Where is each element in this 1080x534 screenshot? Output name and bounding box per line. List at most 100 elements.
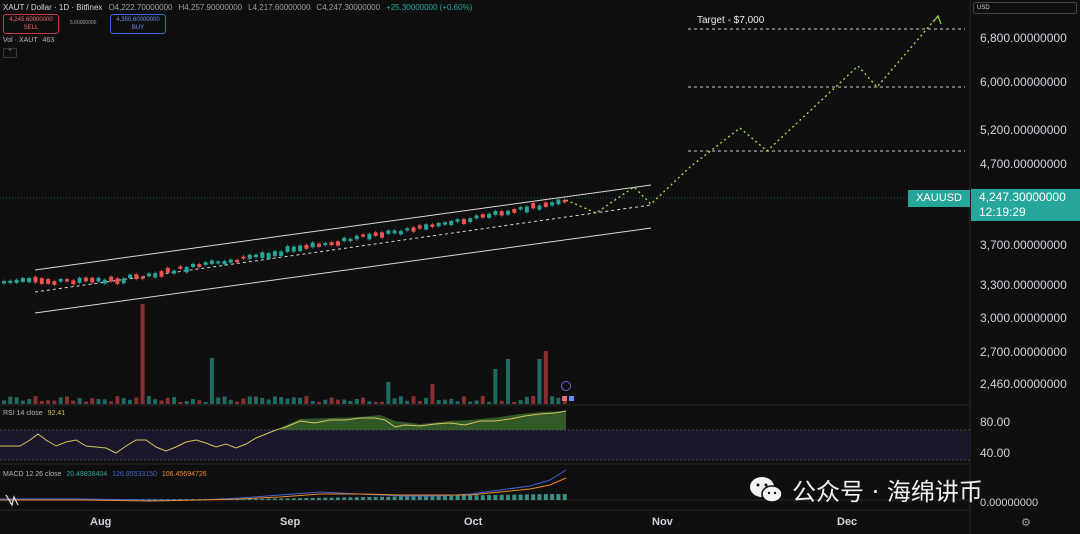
price-axis-label: 3,000.00000000 <box>980 311 1067 325</box>
volume-bar <box>121 398 126 404</box>
target-label: Target - $7,000 <box>697 15 765 26</box>
macd-histogram-bar <box>266 498 271 500</box>
volume-bar <box>90 398 95 404</box>
macd-histogram-bar <box>524 494 529 500</box>
price-axis-label: 3,300.00000000 <box>980 278 1067 292</box>
macd-histogram-bar <box>430 495 435 500</box>
bar-countdown: 12:19:29 <box>979 205 1026 219</box>
macd-histogram-bar <box>455 495 460 500</box>
projection-path <box>565 15 939 214</box>
volume-bar <box>134 397 139 404</box>
volume-bar <box>20 400 25 404</box>
settings-gear-icon[interactable]: ⚙ <box>1021 516 1031 529</box>
volume-bar <box>109 401 114 404</box>
macd-histogram-bar <box>417 496 422 500</box>
time-axis-month: Sep <box>280 516 301 528</box>
price-chart[interactable] <box>0 0 1080 534</box>
volume-bar <box>556 397 561 404</box>
volume-bar <box>14 397 19 404</box>
volume-bar <box>39 400 44 404</box>
volume-bar <box>310 400 315 404</box>
current-price: 4,247.30000000 <box>979 190 1066 204</box>
macd-histogram-bar <box>361 497 366 500</box>
volume-bar <box>247 396 252 404</box>
macd-histogram-bar <box>298 498 303 500</box>
macd-histogram-bar <box>468 495 473 500</box>
volume-bar <box>65 396 69 404</box>
volume-bar <box>361 397 366 404</box>
macd-histogram-bar <box>373 496 378 500</box>
volume-bar <box>367 401 372 404</box>
volume-bar <box>197 400 202 404</box>
macd-histogram-bar <box>405 496 410 500</box>
macd-legend: MACD 12 26 close 20.49838404 126.9553315… <box>3 471 207 478</box>
channel-mid-line <box>34 204 652 293</box>
volume-bar <box>506 359 510 404</box>
macd-signal-value: 106.45694726 <box>161 471 207 478</box>
rsi-value: 92.41 <box>47 410 66 417</box>
volume-bar <box>83 401 88 404</box>
macd-histogram-bar <box>335 497 340 500</box>
volume-bar <box>191 399 195 404</box>
macd-histogram-bar <box>386 496 391 500</box>
volume-bar <box>102 399 107 404</box>
flag-icon <box>569 396 574 401</box>
macd-histogram-bar <box>398 496 403 500</box>
macd-histogram-bar <box>247 499 252 500</box>
current-price-badge: 4,247.30000000 12:19:29 <box>971 189 1080 221</box>
volume-bar <box>254 396 258 404</box>
price-axis-label: 4,700.00000000 <box>980 157 1067 171</box>
volume-bar <box>317 401 321 404</box>
volume-bar <box>33 396 38 404</box>
volume-bar <box>499 400 504 404</box>
macd-histogram-bar <box>285 498 290 500</box>
macd-histogram-bar <box>518 494 523 500</box>
macd-histogram-bar <box>354 497 359 500</box>
volume-bar <box>235 401 240 404</box>
macd-histogram-bar <box>342 497 347 500</box>
volume-bar <box>411 396 416 404</box>
candles-series <box>2 197 567 287</box>
volume-bar <box>266 399 271 404</box>
volume-bar <box>140 304 145 404</box>
volume-bar <box>323 399 328 404</box>
price-axis-label: 2,700.00000000 <box>980 345 1067 359</box>
time-axis-month: Aug <box>90 516 112 528</box>
volume-bar <box>348 401 353 404</box>
rsi-legend: RSI 14 close 92.41 <box>3 410 65 417</box>
event-lightning-icon <box>561 381 571 391</box>
volume-bar <box>304 396 309 404</box>
macd-histogram-bar <box>392 496 397 500</box>
volume-bar <box>386 382 391 404</box>
volume-bar <box>8 396 13 404</box>
macd-histogram-bar <box>411 496 416 500</box>
volume-bar <box>178 401 183 404</box>
watermark-text: 公众号 · 海绵讲币 <box>792 478 983 506</box>
volume-bar <box>354 398 359 404</box>
volume-bar <box>128 399 132 404</box>
volume-bar <box>115 396 120 404</box>
price-axis-label: 6,800.00000000 <box>980 31 1067 45</box>
macd-histogram-bar <box>461 495 466 500</box>
volume-bar <box>159 400 164 404</box>
volume-bar <box>512 401 517 404</box>
macd-histogram-bar <box>480 495 485 500</box>
macd-histogram-bar <box>254 498 258 500</box>
volume-bar <box>335 399 340 404</box>
time-axis-month: Oct <box>464 516 483 528</box>
volume-series <box>2 304 567 404</box>
volume-bar <box>398 396 403 404</box>
price-axis-label: 2,460.00000000 <box>980 377 1067 391</box>
macd-histogram-bar <box>449 495 454 500</box>
rsi-level-label: 40.00 <box>980 446 1011 460</box>
macd-histogram-bar <box>537 494 542 500</box>
macd-zero-label: 0.00000000 <box>980 497 1039 509</box>
time-axis-month: Nov <box>652 516 673 528</box>
macd-histogram-bar <box>562 494 567 500</box>
volume-bar <box>417 401 422 404</box>
volume-bar <box>518 400 523 404</box>
macd-histogram-bar <box>260 498 265 500</box>
volume-bar <box>449 398 454 404</box>
macd-histogram-bar <box>310 497 315 500</box>
volume-bar <box>165 397 170 404</box>
